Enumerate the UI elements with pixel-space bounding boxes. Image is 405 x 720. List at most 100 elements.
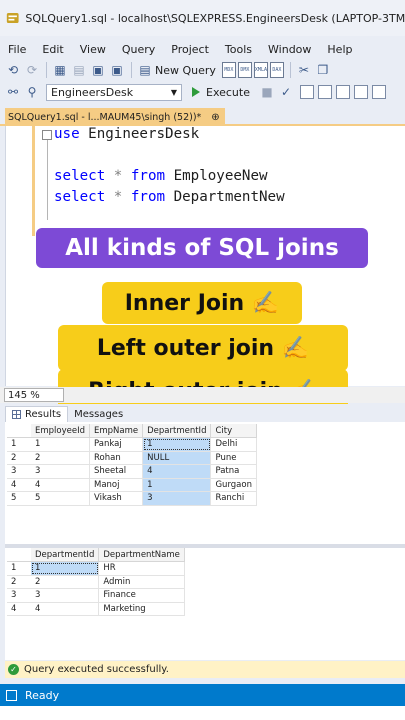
table-cell[interactable]: Patna <box>210 464 257 479</box>
row-number: 3 <box>7 464 31 479</box>
column-header[interactable]: DepartmentId <box>31 548 100 562</box>
table-cell-selected[interactable]: 1 <box>31 561 100 576</box>
table-row[interactable]: 2 2 Rohan NULL Pune <box>7 451 257 465</box>
table-cell[interactable]: Manoj <box>89 478 144 492</box>
mdx-query-button[interactable]: MDX <box>221 62 236 78</box>
row-number: 3 <box>7 588 31 603</box>
connect-icon[interactable]: ⚯ <box>4 83 22 101</box>
results-tab-strip: Results Messages <box>5 404 405 422</box>
zoom-bar: 145 % <box>0 387 405 403</box>
cut-icon[interactable]: ✂ <box>295 61 313 79</box>
pin-icon[interactable]: ⊕ <box>211 112 219 123</box>
menu-project[interactable]: Project <box>163 43 217 56</box>
menu-query[interactable]: Query <box>114 43 163 56</box>
menu-help[interactable]: Help <box>319 43 360 56</box>
results-to-grid-icon[interactable] <box>354 85 368 99</box>
table-cell[interactable]: 5 <box>31 491 90 506</box>
back-navigation-icon[interactable]: ⟲ <box>4 61 22 79</box>
parse-icon[interactable]: ✓ <box>277 83 295 101</box>
add-item-icon[interactable]: ▤ <box>70 61 88 79</box>
column-header[interactable]: EmployeeId <box>31 424 90 438</box>
menu-file[interactable]: File <box>0 43 34 56</box>
table-cell[interactable]: HR <box>98 561 185 576</box>
table-cell-selected[interactable]: 4 <box>142 464 212 479</box>
column-header[interactable]: DepartmentName <box>98 548 185 562</box>
table-cell[interactable]: Rohan <box>89 451 144 465</box>
menu-window[interactable]: Window <box>260 43 319 56</box>
table-row[interactable]: 1 1 Pankaj 1 Delhi <box>7 437 257 452</box>
document-tab-strip: SQLQuery1.sql - l...MAUM45\singh (52))* … <box>0 106 405 126</box>
intellisense-icon[interactable] <box>336 85 350 99</box>
table-cell[interactable]: Ranchi <box>210 491 257 506</box>
new-query-button[interactable]: ▤ New Query <box>136 61 216 79</box>
query-options-icon[interactable] <box>318 85 332 99</box>
collapse-icon[interactable] <box>42 130 52 140</box>
database-selector-value: EngineersDesk <box>51 85 134 99</box>
table-cell[interactable]: Marketing <box>98 602 185 616</box>
table-cell[interactable]: 3 <box>31 464 90 479</box>
column-header[interactable]: City <box>210 424 257 438</box>
table-cell[interactable]: 4 <box>31 602 100 616</box>
column-header[interactable]: DepartmentId <box>142 424 212 438</box>
keyword-from: from <box>130 189 166 205</box>
menu-edit[interactable]: Edit <box>34 43 71 56</box>
table-cell[interactable]: 2 <box>31 575 100 589</box>
menu-view[interactable]: View <box>72 43 114 56</box>
menu-tools[interactable]: Tools <box>217 43 260 56</box>
table-row[interactable]: 4 4 Manoj 1 Gurgaon <box>7 478 257 492</box>
table-cell-selected[interactable]: NULL <box>142 451 212 465</box>
save-icon[interactable]: ▣ <box>89 61 107 79</box>
xmla-query-button[interactable]: XMLA <box>253 62 268 78</box>
table-row[interactable]: 5 5 Vikash 3 Ranchi <box>7 491 257 506</box>
table-cell[interactable]: Admin <box>98 575 185 589</box>
display-plan-icon[interactable] <box>300 85 314 99</box>
table-cell[interactable]: 2 <box>31 451 90 465</box>
tab-results[interactable]: Results <box>5 406 69 422</box>
table-row[interactable]: 2 2 Admin <box>7 575 185 589</box>
save-all-icon[interactable]: ▣ <box>108 61 126 79</box>
tab-messages[interactable]: Messages <box>68 407 129 422</box>
table-cell[interactable]: Sheetal <box>89 464 144 479</box>
table-cell[interactable]: Delhi <box>210 437 257 452</box>
toolbar-separator <box>131 62 132 78</box>
database-selector[interactable]: EngineersDesk ▼ <box>46 83 182 101</box>
keyword-use: use <box>54 126 80 142</box>
dmx-query-button[interactable]: DMX <box>237 62 252 78</box>
change-connection-icon[interactable]: ⚲ <box>23 83 41 101</box>
stop-icon[interactable]: ■ <box>258 83 276 101</box>
query-status-strip: ✓ Query executed successfully. <box>5 661 405 678</box>
table-cell[interactable]: 1 <box>31 437 90 452</box>
column-header[interactable]: EmpName <box>89 424 144 438</box>
table-cell-selected[interactable]: 1 <box>142 437 212 452</box>
new-project-icon[interactable]: ▦ <box>51 61 69 79</box>
table-cell[interactable]: Gurgaon <box>210 478 257 492</box>
table-row[interactable]: 3 3 Finance <box>7 588 185 603</box>
execute-button[interactable]: Execute <box>192 86 250 99</box>
table-row[interactable]: 1 1 HR <box>7 561 185 576</box>
copy-icon[interactable]: ❐ <box>314 61 332 79</box>
code-line-3[interactable]: select * from DepartmentNew <box>54 189 285 205</box>
table-cell[interactable]: 3 <box>31 588 100 603</box>
table-cell-selected[interactable]: 1 <box>142 478 212 492</box>
tab-sqlquery1[interactable]: SQLQuery1.sql - l...MAUM45\singh (52))* … <box>5 108 225 126</box>
table-cell[interactable]: Pune <box>210 451 257 465</box>
chevron-down-icon: ▼ <box>170 87 177 97</box>
code-line-1[interactable]: use EngineersDesk <box>54 126 199 142</box>
code-line-2[interactable]: select * from EmployeeNew <box>54 168 268 184</box>
dax-query-button[interactable]: DAX <box>269 62 284 78</box>
table-row[interactable]: 3 3 Sheetal 4 Patna <box>7 464 257 479</box>
table-cell[interactable]: Vikash <box>89 491 144 506</box>
results-to-text-icon[interactable] <box>372 85 386 99</box>
zoom-level-dropdown[interactable]: 145 % <box>4 388 64 402</box>
forward-navigation-icon[interactable]: ⟳ <box>23 61 41 79</box>
table-cell[interactable]: Finance <box>98 588 185 603</box>
department-results-grid[interactable]: DepartmentId DepartmentName 1 1 HR 2 2 A… <box>7 548 185 616</box>
output-window-icon[interactable] <box>6 689 17 701</box>
table-cell-selected[interactable]: 3 <box>142 491 212 506</box>
table-cell[interactable]: 4 <box>31 478 90 492</box>
table-row[interactable]: 4 4 Marketing <box>7 602 185 616</box>
employee-results-grid[interactable]: EmployeeId EmpName DepartmentId City 1 1… <box>7 424 257 506</box>
overlay-inner-join-caption: Inner Join ✍️ <box>102 282 302 324</box>
toolbar-separator <box>289 62 291 78</box>
table-cell[interactable]: Pankaj <box>89 437 144 452</box>
